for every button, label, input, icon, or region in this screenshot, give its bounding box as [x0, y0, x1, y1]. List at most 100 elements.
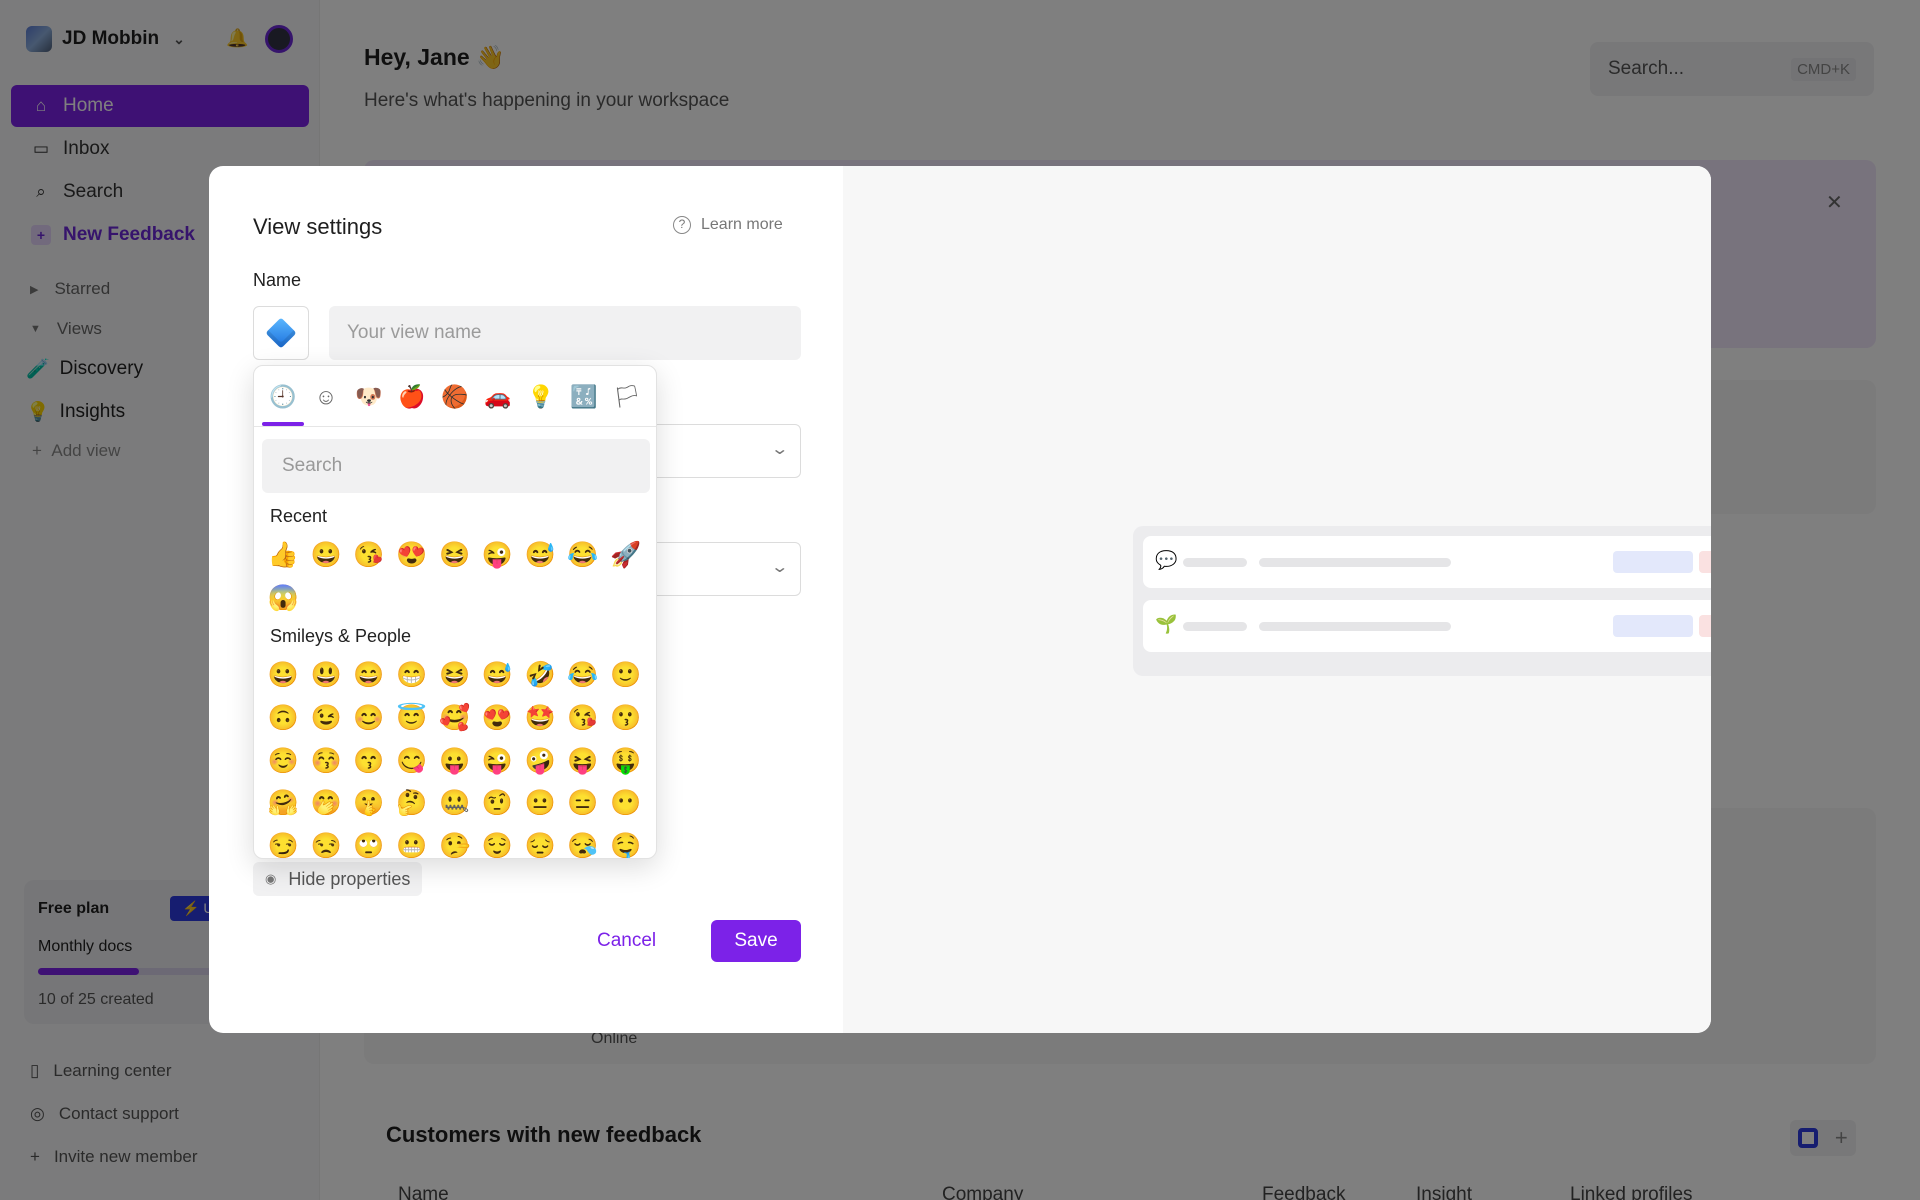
food-tab-icon[interactable]: 🍎 [395, 380, 429, 414]
recent-tab-icon[interactable]: 🕘 [266, 380, 300, 414]
learn-more-link[interactable]: ? Learn more [673, 216, 783, 234]
emoji-option[interactable]: 🤐 [433, 782, 476, 825]
emoji-option[interactable]: 😜 [476, 740, 519, 783]
emoji-option[interactable]: 🙃 [262, 697, 305, 740]
chevron-down-icon: ⌄ [769, 559, 789, 576]
seedling-icon: 🌱 [1155, 614, 1178, 634]
activity-tab-icon[interactable]: 🏀 [438, 380, 472, 414]
emoji-category-tabs: 🕘 ☺ 🐶 🍎 🏀 🚗 💡 🔣 🏳 [254, 366, 656, 427]
emoji-option[interactable]: 😱 [262, 577, 305, 620]
emoji-option[interactable]: 😀 [305, 534, 348, 577]
emoji-option[interactable]: 😋 [390, 740, 433, 783]
modal-title: View settings [253, 214, 383, 239]
emoji-option[interactable]: 🤤 [604, 825, 647, 858]
emoji-option[interactable]: 🥰 [433, 697, 476, 740]
save-button[interactable]: Save [711, 920, 801, 962]
emoji-option[interactable]: 🤑 [604, 740, 647, 783]
emoji-option[interactable]: 😄 [348, 654, 391, 697]
emoji-option[interactable]: 🤔 [390, 782, 433, 825]
hide-properties-label: Hide properties [288, 868, 411, 889]
skeleton-line [1183, 622, 1247, 631]
emoji-option[interactable]: 😍 [476, 697, 519, 740]
emoji-option[interactable]: 😘 [562, 697, 605, 740]
emoji-option[interactable]: 😉 [305, 697, 348, 740]
emoji-option[interactable]: 🤥 [433, 825, 476, 858]
name-label: Name [253, 270, 302, 290]
smileys-emoji-grid: 😀 😃 😄 😁 😆 😅 🤣 😂 🙂 🙃 😉 😊 😇 🥰 😍 🤩 😘 😗 ☺️ 😚 😙 😋 😛 😜 🤪 😝 🤑 🤗 🤭 🤫 🤔 🤐 🤨 😐 😑 😶 😏 😒 🙄… [262, 654, 647, 858]
emoji-option[interactable]: 😶 [604, 782, 647, 825]
travel-tab-icon[interactable]: 🚗 [481, 380, 515, 414]
emoji-option[interactable]: 🙄 [348, 825, 391, 858]
emoji-option[interactable]: 😅 [519, 534, 562, 577]
emoji-option[interactable]: 🤭 [305, 782, 348, 825]
emoji-option[interactable]: 😒 [305, 825, 348, 858]
eye-off-icon: ◉ [265, 871, 277, 886]
emoji-option[interactable]: 🤨 [476, 782, 519, 825]
active-tab-indicator [262, 422, 304, 426]
emoji-option[interactable]: 😚 [305, 740, 348, 783]
emoji-option[interactable]: 😃 [305, 654, 348, 697]
emoji-search-input[interactable] [262, 439, 650, 493]
emoji-option[interactable]: 😇 [390, 697, 433, 740]
emoji-option[interactable]: 😗 [604, 697, 647, 740]
emoji-option[interactable]: 😅 [476, 654, 519, 697]
emoji-picker: 🕘 ☺ 🐶 🍎 🏀 🚗 💡 🔣 🏳 Recent 👍😀😘😍😆😜😅😂🚀😱 Smil… [253, 365, 657, 859]
skeleton-line [1259, 622, 1451, 631]
emoji-option[interactable]: 😬 [390, 825, 433, 858]
preview-row: 🌱 [1143, 600, 1711, 652]
emoji-option[interactable]: 😌 [476, 825, 519, 858]
blue-diamond-icon [265, 317, 297, 349]
emoji-option[interactable]: 😆 [433, 654, 476, 697]
skeleton-chip [1699, 551, 1711, 573]
emoji-option[interactable]: 🙂 [604, 654, 647, 697]
learn-more-label: Learn more [701, 216, 783, 233]
emoji-option[interactable]: 🤗 [262, 782, 305, 825]
emoji-selector-button[interactable] [253, 306, 309, 360]
help-icon: ? [673, 216, 691, 234]
emoji-option[interactable]: 😂 [562, 654, 605, 697]
recent-category-label: Recent [270, 506, 328, 526]
emoji-option[interactable]: 🤪 [519, 740, 562, 783]
skeleton-chip [1613, 615, 1693, 637]
symbols-tab-icon[interactable]: 🔣 [567, 380, 601, 414]
emoji-option[interactable]: 😘 [348, 534, 391, 577]
emoji-option[interactable]: 😔 [519, 825, 562, 858]
recent-emoji-grid: 👍 😀 😘 😍 😆 😜 😅 😂 🚀 😱 [262, 534, 647, 620]
emoji-option[interactable]: 😪 [562, 825, 605, 858]
emoji-option[interactable]: 🤫 [348, 782, 391, 825]
smileys-tab-icon[interactable]: ☺ [309, 380, 343, 414]
cancel-button[interactable]: Cancel [597, 920, 656, 962]
emoji-option[interactable]: 😍 [390, 534, 433, 577]
emoji-option[interactable]: 😛 [433, 740, 476, 783]
view-name-input[interactable] [329, 306, 801, 360]
emoji-option[interactable]: 😊 [348, 697, 391, 740]
view-preview-panel: 💬 🌱 [843, 166, 1711, 1033]
animals-tab-icon[interactable]: 🐶 [352, 380, 386, 414]
emoji-option[interactable]: 😆 [433, 534, 476, 577]
hide-properties-button[interactable]: ◉ Hide properties [253, 862, 423, 896]
emoji-option[interactable]: 😏 [262, 825, 305, 858]
emoji-option[interactable]: 😂 [562, 534, 605, 577]
skeleton-line [1259, 558, 1451, 567]
view-preview: 💬 🌱 [1133, 526, 1711, 676]
emoji-option[interactable]: ☺️ [262, 740, 305, 783]
emoji-option[interactable]: 😝 [562, 740, 605, 783]
emoji-option[interactable]: 😙 [348, 740, 391, 783]
emoji-option[interactable]: 😜 [476, 534, 519, 577]
speech-bubble-icon: 💬 [1155, 550, 1178, 570]
emoji-option[interactable]: 🚀 [604, 534, 647, 577]
emoji-option[interactable]: 😐 [519, 782, 562, 825]
skeleton-chip [1699, 615, 1711, 637]
emoji-option[interactable]: 🤩 [519, 697, 562, 740]
skeleton-chip [1613, 551, 1693, 573]
smileys-category-label: Smileys & People [270, 626, 412, 646]
emoji-option[interactable]: 🤣 [519, 654, 562, 697]
skeleton-line [1183, 558, 1247, 567]
emoji-option[interactable]: 😑 [562, 782, 605, 825]
emoji-option[interactable]: 😁 [390, 654, 433, 697]
emoji-option[interactable]: 😀 [262, 654, 305, 697]
objects-tab-icon[interactable]: 💡 [524, 380, 558, 414]
flags-tab-icon[interactable]: 🏳 [610, 380, 644, 414]
preview-row: 💬 [1143, 536, 1711, 588]
emoji-option[interactable]: 👍 [262, 534, 305, 577]
